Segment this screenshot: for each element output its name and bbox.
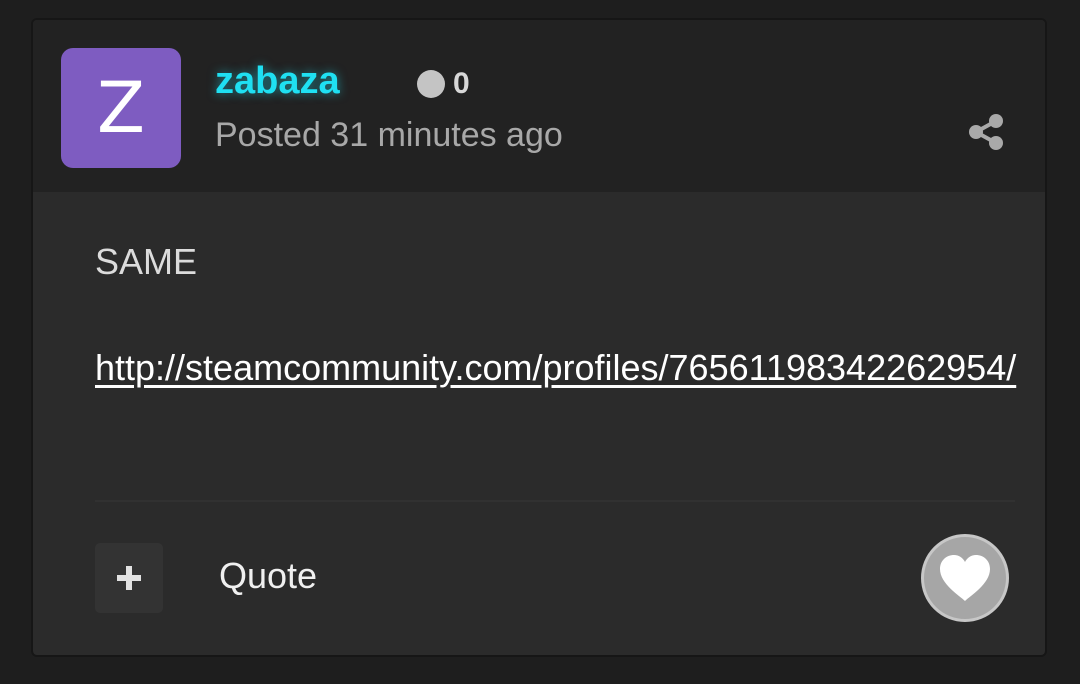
username-link[interactable]: zabaza	[215, 58, 340, 104]
post-header: Z zabaza 0 Posted 31 minutes ago	[33, 20, 1045, 192]
share-icon[interactable]	[966, 112, 1006, 152]
avatar[interactable]: Z	[61, 48, 181, 168]
quote-button[interactable]: Quote	[219, 552, 317, 600]
reputation-count: 0	[453, 67, 470, 100]
heart-icon	[940, 555, 990, 601]
like-button[interactable]	[921, 534, 1009, 622]
post-text: SAME	[95, 241, 198, 282]
multiquote-button[interactable]	[95, 543, 163, 613]
posted-time: Posted 31 minutes ago	[215, 116, 563, 154]
plus-icon	[117, 566, 141, 590]
post-content: SAME http://steamcommunity.com/profiles/…	[95, 240, 1025, 398]
reputation-dot-icon	[417, 70, 445, 98]
content-divider	[95, 500, 1015, 502]
profile-link[interactable]: http://steamcommunity.com/profiles/76561…	[95, 338, 1025, 398]
forum-post: Z zabaza 0 Posted 31 minutes ago SAME ht…	[31, 18, 1047, 657]
reputation-badge: 0	[417, 66, 470, 102]
